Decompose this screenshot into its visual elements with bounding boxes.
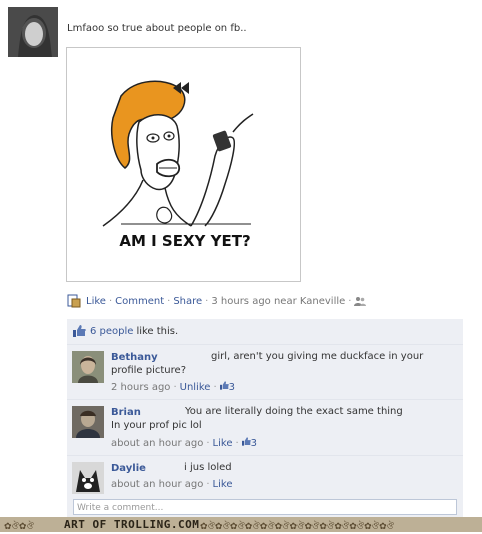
comment-likes[interactable]: 3 xyxy=(219,381,235,393)
thumbs-up-icon xyxy=(219,381,229,390)
comment-time[interactable]: 2 hours ago xyxy=(111,382,170,393)
mobile-upload-icon xyxy=(67,294,81,308)
comments-panel: 6 people like this. Bethany girl, aren't… xyxy=(67,319,463,521)
post-actions: Like · Comment · Share · 3 hours ago nea… xyxy=(67,294,367,308)
meme-caption: AM I SEXY YET? xyxy=(119,232,250,250)
likes-count-link[interactable]: 6 people xyxy=(90,326,133,337)
comment-text-cont: In your prof pic lol xyxy=(111,420,202,431)
commenter-avatar[interactable] xyxy=(72,462,104,494)
meme-image: AM I SEXY YET? xyxy=(102,80,254,250)
comment-time[interactable]: about an hour ago xyxy=(111,479,203,490)
comment-meta: about an hour ago · Like · 3 xyxy=(111,437,258,449)
comment-meta: about an hour ago · Like xyxy=(111,479,233,490)
likes-row: 6 people like this. xyxy=(73,325,178,337)
site-footer-banner: ✿ঔ✿ঔ ART OF TROLLING.COM ✿ঔ✿ঔ✿ঔ✿ঔ✿ঔ✿ঔ✿ঔ✿… xyxy=(0,517,482,532)
comment-text: You are literally doing the exact same t… xyxy=(185,406,403,417)
comment-item: Brian You are literally doing the exact … xyxy=(67,399,463,456)
likes-suffix: like this. xyxy=(136,325,179,337)
commenter-avatar[interactable] xyxy=(72,351,104,383)
like-link[interactable]: Like xyxy=(213,438,233,449)
commenter-name[interactable]: Bethany xyxy=(111,352,158,363)
friends-icon xyxy=(354,297,367,306)
like-link[interactable]: Like xyxy=(213,479,233,490)
site-footer-text[interactable]: ART OF TROLLING.COM xyxy=(64,518,199,531)
thumbs-up-icon xyxy=(241,437,251,446)
comment-input[interactable]: Write a comment... xyxy=(73,499,457,515)
like-link[interactable]: Like xyxy=(86,296,106,307)
poster-avatar[interactable] xyxy=(8,7,58,57)
status-text: Lmfaoo so true about people on fb.. xyxy=(67,23,247,34)
comment-likes[interactable]: 3 xyxy=(241,437,257,449)
comment-text-cont: profile picture? xyxy=(111,365,186,376)
comment-text: i jus loled xyxy=(184,462,232,473)
comment-item: Bethany girl, aren't you giving me duckf… xyxy=(67,344,463,400)
comment-meta: 2 hours ago · Unlike · 3 xyxy=(111,381,235,393)
commenter-name[interactable]: Brian xyxy=(111,407,141,418)
comment-text: girl, aren't you giving me duckface in y… xyxy=(211,351,424,362)
unlike-link[interactable]: Unlike xyxy=(180,382,211,393)
comment-item: Daylie i jus loled about an hour ago · Lik… xyxy=(67,455,463,498)
post-time[interactable]: 3 hours ago near Kaneville xyxy=(211,296,345,307)
commenter-avatar[interactable] xyxy=(72,406,104,438)
share-link[interactable]: Share xyxy=(173,296,202,307)
commenter-name[interactable]: Daylie xyxy=(111,463,146,474)
post-photo[interactable]: AM I SEXY YET? xyxy=(66,47,301,282)
comment-time[interactable]: about an hour ago xyxy=(111,438,203,449)
thumbs-up-icon xyxy=(73,325,86,337)
comment-link[interactable]: Comment xyxy=(115,296,164,307)
